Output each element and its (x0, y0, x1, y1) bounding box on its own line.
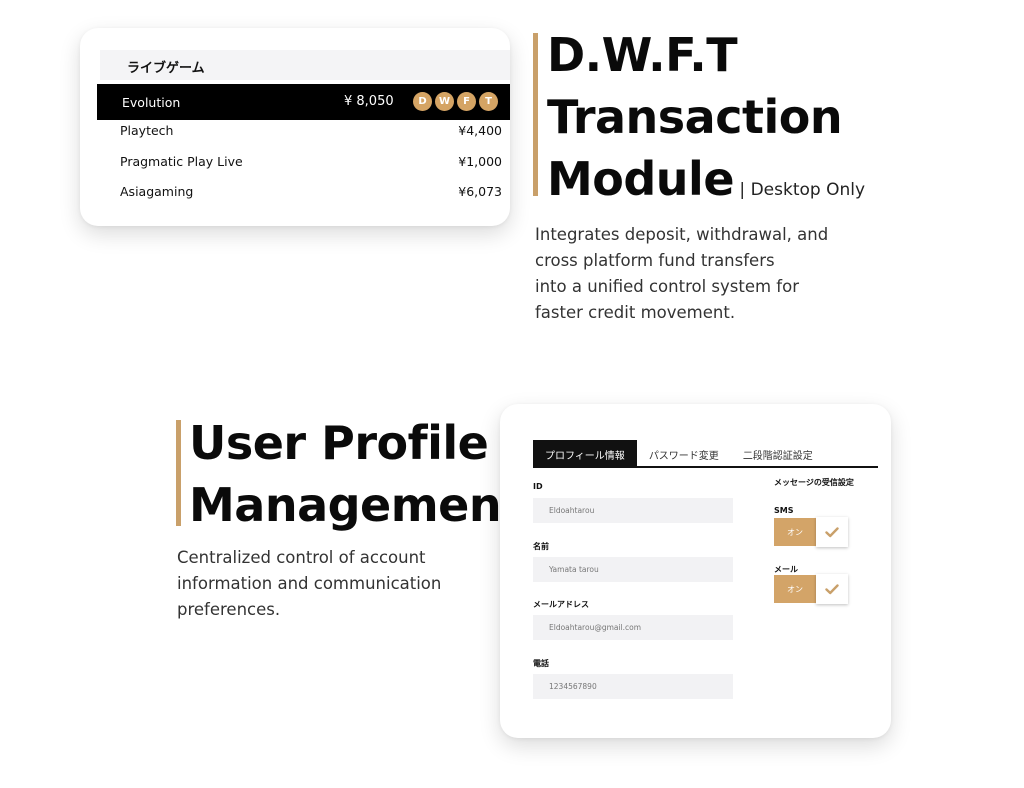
provider-name: Pragmatic Play Live (120, 153, 243, 169)
withdraw-badge[interactable]: W (435, 92, 454, 111)
action-badges: D W F T (413, 92, 498, 111)
profile-title-line1: User Profile (189, 416, 489, 470)
live-game-row[interactable]: Pragmatic Play Live ¥1,000 (120, 151, 502, 171)
phone-label: 電話 (533, 659, 549, 668)
provider-amount: ¥ 8,050 (344, 94, 394, 109)
profile-desc-line: Centralized control of account (177, 548, 426, 567)
profile-description: Centralized control of account informati… (177, 545, 441, 623)
sms-toggle[interactable]: オン (774, 517, 849, 547)
tab-password-change[interactable]: パスワード変更 (637, 440, 731, 468)
mail-toggle-on[interactable]: オン (774, 575, 816, 603)
id-label: ID (533, 482, 543, 491)
live-game-row[interactable]: Asiagaming ¥6,073 (120, 181, 502, 201)
profile-desc-line: preferences. (177, 600, 281, 619)
tab-two-factor[interactable]: 二段階認証設定 (731, 440, 825, 468)
live-game-header: ライブゲーム (100, 50, 510, 80)
provider-amount: ¥1,000 (458, 153, 502, 169)
deposit-badge[interactable]: D (413, 92, 432, 111)
provider-amount: ¥6,073 (458, 183, 502, 199)
profile-desc-line: information and communication (177, 574, 442, 593)
email-field[interactable]: Eldoahtarou@gmail.com (533, 615, 733, 640)
profile-title: User Profile Management (189, 412, 523, 536)
dwft-desc-line: cross platform fund transfers (535, 251, 775, 270)
dwft-desc-line: Integrates deposit, withdrawal, and (535, 225, 829, 244)
sms-toggle-on[interactable]: オン (774, 518, 816, 546)
profile-settings-card: プロフィール情報 パスワード変更 二段階認証設定 ID Eldoahtarou … (500, 404, 891, 738)
live-game-card: ライブゲーム Evolution ¥ 8,050 D W F T Playtec… (80, 28, 510, 226)
dwft-desc-line: faster credit movement. (535, 303, 736, 322)
dwft-title-module: Module (547, 152, 735, 206)
message-settings-title: メッセージの受信設定 (774, 478, 854, 487)
live-game-row-active[interactable]: Evolution ¥ 8,050 D W F T (97, 84, 510, 120)
provider-name: Asiagaming (120, 183, 194, 199)
name-field[interactable]: Yamata tarou (533, 557, 733, 582)
phone-field[interactable]: 1234567890 (533, 674, 733, 699)
live-game-row[interactable]: Playtech ¥4,400 (120, 120, 502, 140)
transfer-badge[interactable]: T (479, 92, 498, 111)
sms-label: SMS (774, 506, 794, 515)
dwft-title-line2: Transaction (547, 90, 843, 144)
mail-label: メール (774, 565, 798, 574)
checkmark-icon[interactable] (816, 517, 848, 547)
provider-name: Playtech (120, 122, 174, 138)
dwft-title: D.W.F.T Transaction Module | Desktop Onl… (547, 24, 865, 221)
profile-accent-bar (176, 420, 181, 526)
fund-transfer-badge[interactable]: F (457, 92, 476, 111)
dwft-desc-line: into a unified control system for (535, 277, 799, 296)
id-field[interactable]: Eldoahtarou (533, 498, 733, 523)
profile-tabs: プロフィール情報 パスワード変更 二段階認証設定 (533, 440, 878, 468)
desktop-only-note: | Desktop Only (734, 180, 866, 200)
provider-amount: ¥4,400 (458, 122, 502, 138)
mail-toggle[interactable]: オン (774, 574, 849, 604)
dwft-title-line1: D.W.F.T (547, 28, 738, 82)
email-label: メールアドレス (533, 600, 589, 609)
profile-title-line2: Management (189, 478, 523, 532)
dwft-title-line3: Module | Desktop Only (547, 148, 865, 221)
checkmark-icon[interactable] (816, 574, 848, 604)
tab-profile-info[interactable]: プロフィール情報 (533, 440, 637, 468)
provider-name: Evolution (122, 95, 181, 110)
dwft-description: Integrates deposit, withdrawal, and cros… (535, 222, 828, 326)
name-label: 名前 (533, 542, 549, 551)
dwft-accent-bar (533, 33, 538, 196)
